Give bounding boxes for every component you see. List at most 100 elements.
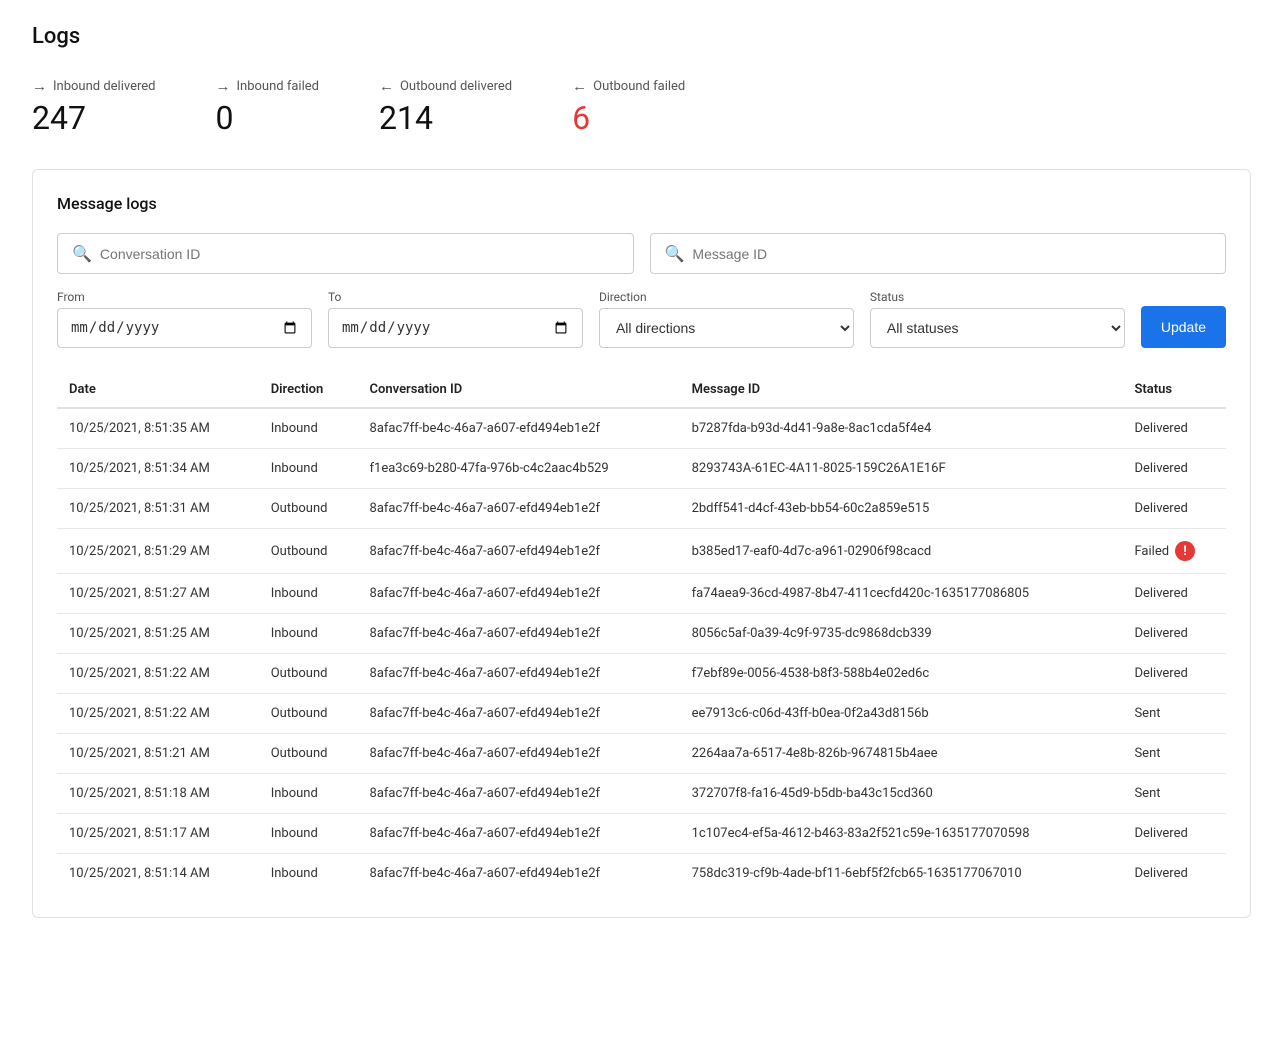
table-cell-0-row-2: 10/25/2021, 8:51:31 AM [57, 489, 259, 529]
table-header-row: DateDirectionConversation IDMessage IDSt… [57, 372, 1226, 408]
direction-label: Direction [599, 290, 854, 304]
table-status-row-10: Delivered [1122, 814, 1226, 854]
to-date-input[interactable] [328, 308, 583, 348]
table-status-row-4: Delivered [1122, 574, 1226, 614]
stat-icon-inbound-failed: → [216, 77, 231, 95]
table-row: 10/25/2021, 8:51:14 AMInbound8afac7ff-be… [57, 854, 1226, 894]
status-select[interactable]: All statusesDeliveredFailedSent [870, 308, 1125, 348]
table-cell-3-row-11: 758dc319-cf9b-4ade-bf11-6ebf5f2fcb65-163… [680, 854, 1123, 894]
from-date-group: From [57, 290, 312, 348]
conversation-id-input[interactable] [100, 246, 619, 262]
table-status-row-9: Sent [1122, 774, 1226, 814]
status-cell-failed: Failed! [1134, 541, 1214, 561]
direction-select[interactable]: All directionsInboundOutbound [599, 308, 854, 348]
table-cell-0-row-11: 10/25/2021, 8:51:14 AM [57, 854, 259, 894]
table-cell-2-row-3: 8afac7ff-be4c-46a7-a607-efd494eb1e2f [358, 529, 680, 574]
table-cell-3-row-4: fa74aea9-36cd-4987-8b47-411cecfd420c-163… [680, 574, 1123, 614]
table-row: 10/25/2021, 8:51:18 AMInbound8afac7ff-be… [57, 774, 1226, 814]
table-cell-2-row-0: 8afac7ff-be4c-46a7-a607-efd494eb1e2f [358, 408, 680, 449]
table-cell-3-row-1: 8293743A-61EC-4A11-8025-159C26A1E16F [680, 449, 1123, 489]
page-container: Logs → Inbound delivered 247 → Inbound f… [0, 0, 1283, 942]
table-row: 10/25/2021, 8:51:27 AMInbound8afac7ff-be… [57, 574, 1226, 614]
table-cell-3-row-2: 2bdff541-d4cf-43eb-bb54-60c2a859e515 [680, 489, 1123, 529]
table-status-row-5: Delivered [1122, 614, 1226, 654]
direction-group: Direction All directionsInboundOutbound [599, 290, 854, 348]
table-status-row-0: Delivered [1122, 408, 1226, 449]
status-group: Status All statusesDeliveredFailedSent [870, 290, 1125, 348]
table-cell-1-row-3: Outbound [259, 529, 358, 574]
stat-value-inbound-delivered: 247 [32, 99, 156, 137]
table-row: 10/25/2021, 8:51:35 AMInbound8afac7ff-be… [57, 408, 1226, 449]
table-cell-1-row-0: Inbound [259, 408, 358, 449]
stat-inbound-delivered: → Inbound delivered 247 [32, 77, 156, 137]
table-cell-3-row-10: 1c107ec4-ef5a-4612-b463-83a2f521c59e-163… [680, 814, 1123, 854]
table-cell-2-row-2: 8afac7ff-be4c-46a7-a607-efd494eb1e2f [358, 489, 680, 529]
table-cell-2-row-6: 8afac7ff-be4c-46a7-a607-efd494eb1e2f [358, 654, 680, 694]
table-status-row-8: Sent [1122, 734, 1226, 774]
stat-label-text-outbound-delivered: Outbound delivered [400, 79, 512, 94]
table-row: 10/25/2021, 8:51:34 AMInboundf1ea3c69-b2… [57, 449, 1226, 489]
card-title: Message logs [57, 194, 1226, 213]
stat-label-inbound-delivered: → Inbound delivered [32, 77, 156, 95]
table-cell-3-row-3: b385ed17-eaf0-4d7c-a961-02906f98cacd [680, 529, 1123, 574]
table-row: 10/25/2021, 8:51:29 AMOutbound8afac7ff-b… [57, 529, 1226, 574]
stat-outbound-delivered: ← Outbound delivered 214 [379, 77, 512, 137]
from-date-input[interactable] [57, 308, 312, 348]
logs-table: DateDirectionConversation IDMessage IDSt… [57, 372, 1226, 893]
table-cell-2-row-11: 8afac7ff-be4c-46a7-a607-efd494eb1e2f [358, 854, 680, 894]
page-title: Logs [32, 24, 1251, 49]
table-cell-1-row-5: Inbound [259, 614, 358, 654]
stat-icon-outbound-delivered: ← [379, 77, 394, 95]
table-cell-0-row-3: 10/25/2021, 8:51:29 AM [57, 529, 259, 574]
table-status-row-3: Failed! [1122, 529, 1226, 574]
table-row: 10/25/2021, 8:51:31 AMOutbound8afac7ff-b… [57, 489, 1226, 529]
from-label: From [57, 290, 312, 304]
stat-value-outbound-failed: 6 [572, 99, 685, 137]
to-label: To [328, 290, 583, 304]
message-id-input[interactable] [692, 246, 1211, 262]
stat-icon-outbound-failed: ← [572, 77, 587, 95]
table-cell-2-row-1: f1ea3c69-b280-47fa-976b-c4c2aac4b529 [358, 449, 680, 489]
stat-label-text-inbound-failed: Inbound failed [237, 79, 319, 94]
table-row: 10/25/2021, 8:51:22 AMOutbound8afac7ff-b… [57, 694, 1226, 734]
conversation-id-search[interactable]: 🔍 [57, 233, 634, 274]
search-row: 🔍 🔍 [57, 233, 1226, 274]
table-cell-1-row-4: Inbound [259, 574, 358, 614]
table-cell-0-row-10: 10/25/2021, 8:51:17 AM [57, 814, 259, 854]
table-status-row-7: Sent [1122, 694, 1226, 734]
table-cell-1-row-7: Outbound [259, 694, 358, 734]
table-cell-3-row-6: f7ebf89e-0056-4538-b8f3-588b4e02ed6c [680, 654, 1123, 694]
search-icon-conv: 🔍 [72, 244, 92, 263]
table-cell-0-row-8: 10/25/2021, 8:51:21 AM [57, 734, 259, 774]
stat-value-outbound-delivered: 214 [379, 99, 512, 137]
table-cell-0-row-9: 10/25/2021, 8:51:18 AM [57, 774, 259, 814]
stat-label-inbound-failed: → Inbound failed [216, 77, 319, 95]
table-cell-1-row-9: Inbound [259, 774, 358, 814]
message-logs-card: Message logs 🔍 🔍 From To [32, 169, 1251, 918]
filters-container: 🔍 🔍 From To Direction [57, 233, 1226, 348]
stat-label-outbound-failed: ← Outbound failed [572, 77, 685, 95]
table-cell-0-row-1: 10/25/2021, 8:51:34 AM [57, 449, 259, 489]
stat-value-inbound-failed: 0 [216, 99, 319, 137]
table-cell-2-row-4: 8afac7ff-be4c-46a7-a607-efd494eb1e2f [358, 574, 680, 614]
table-body: 10/25/2021, 8:51:35 AMInbound8afac7ff-be… [57, 408, 1226, 893]
table-cell-3-row-5: 8056c5af-0a39-4c9f-9735-dc9868dcb339 [680, 614, 1123, 654]
table-cell-0-row-6: 10/25/2021, 8:51:22 AM [57, 654, 259, 694]
stat-label-text-inbound-delivered: Inbound delivered [53, 79, 156, 94]
date-filter-row: From To Direction All directionsInboundO… [57, 290, 1226, 348]
table-cell-2-row-9: 8afac7ff-be4c-46a7-a607-efd494eb1e2f [358, 774, 680, 814]
stat-icon-inbound-delivered: → [32, 77, 47, 95]
table-cell-1-row-6: Outbound [259, 654, 358, 694]
col-header-message-id: Message ID [680, 372, 1123, 408]
update-button[interactable]: Update [1141, 306, 1226, 348]
search-icon-msg: 🔍 [665, 244, 685, 263]
fail-icon: ! [1175, 541, 1195, 561]
table-cell-0-row-7: 10/25/2021, 8:51:22 AM [57, 694, 259, 734]
status-text: Failed [1134, 544, 1169, 559]
message-id-search[interactable]: 🔍 [650, 233, 1227, 274]
table-cell-2-row-8: 8afac7ff-be4c-46a7-a607-efd494eb1e2f [358, 734, 680, 774]
table-status-row-2: Delivered [1122, 489, 1226, 529]
col-header-direction: Direction [259, 372, 358, 408]
table-cell-1-row-10: Inbound [259, 814, 358, 854]
table-cell-3-row-7: ee7913c6-c06d-43ff-b0ea-0f2a43d8156b [680, 694, 1123, 734]
